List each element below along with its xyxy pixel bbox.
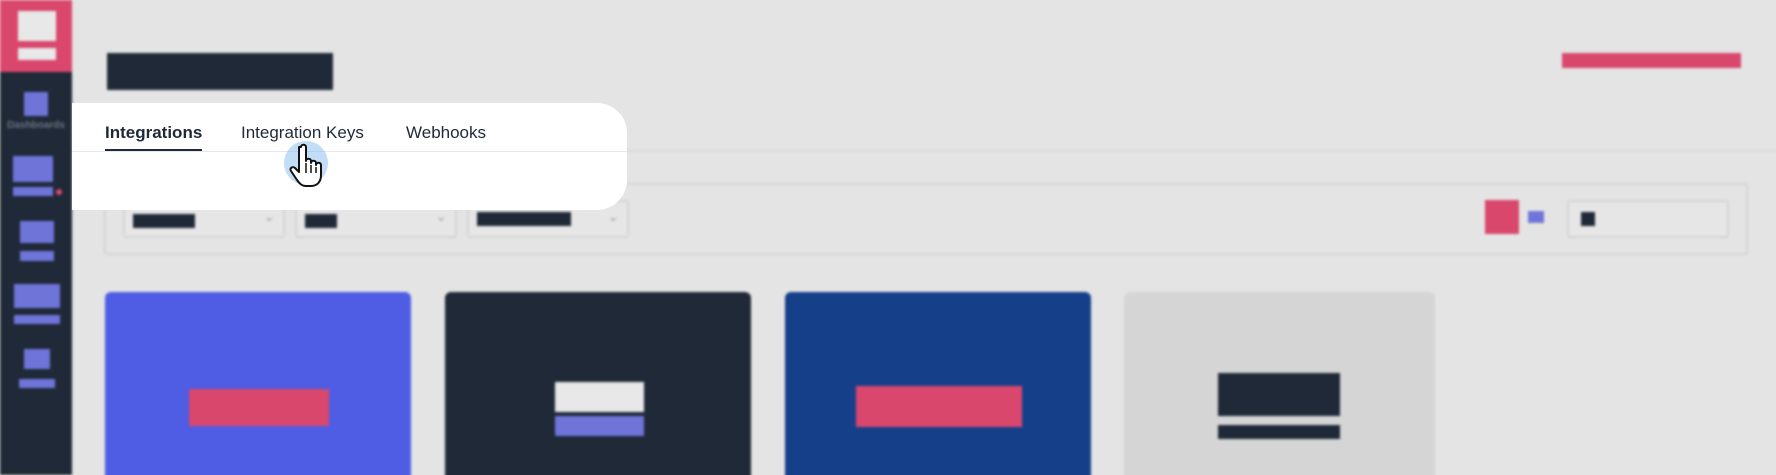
sidebar-item-settings[interactable] (0, 349, 72, 389)
page-title (107, 53, 333, 90)
sidebar-item-label-bar (13, 187, 53, 196)
sidebar-item-label-bar (14, 315, 60, 324)
notification-badge (56, 189, 62, 195)
background-content: Dashboards ⌄ ⌄ ⌄ (0, 0, 1776, 475)
card-label (1218, 425, 1340, 439)
card-label (555, 416, 644, 436)
logo-text (18, 48, 56, 60)
sidebar-item-dashboards[interactable]: Dashboards (0, 92, 72, 136)
reports-icon (20, 221, 54, 243)
primary-filter-button[interactable] (1485, 200, 1519, 234)
card-logo (555, 382, 644, 412)
filter-select-value (477, 212, 571, 226)
chevron-down-icon: ⌄ (607, 208, 619, 224)
sidebar-item-label: Dashboards (7, 120, 65, 131)
logo-mark (18, 11, 56, 41)
sidebar-item-integrations[interactable] (0, 156, 72, 196)
card-button[interactable] (189, 389, 329, 426)
card-button[interactable] (856, 386, 1022, 427)
popup-divider (72, 151, 627, 152)
settings-icon (24, 349, 50, 369)
card-logo (1218, 373, 1340, 416)
integrations-icon (13, 156, 53, 182)
filter-select-value (133, 214, 195, 228)
app-logo[interactable] (0, 0, 72, 72)
integration-card[interactable] (785, 292, 1091, 475)
sidebar-item-monitors[interactable] (0, 284, 72, 326)
dashboard-icon (24, 92, 48, 116)
monitors-icon (14, 284, 60, 308)
view-toggle-icon[interactable] (1528, 211, 1544, 223)
sidebar: Dashboards (0, 0, 72, 475)
app-window: Dashboards ⌄ ⌄ ⌄ Integrations Integratio… (0, 0, 1776, 475)
filter-select-value (305, 214, 337, 228)
tabs-popup: Integrations Integration Keys Webhooks (72, 103, 627, 210)
hand-pointer-icon (289, 143, 322, 187)
integration-card[interactable] (1124, 292, 1435, 475)
chevron-down-icon: ⌄ (435, 208, 447, 224)
chevron-down-icon: ⌄ (263, 208, 275, 224)
search-input[interactable] (1567, 200, 1729, 238)
tab-integrations[interactable]: Integrations (105, 123, 203, 151)
search-icon (1581, 212, 1595, 226)
integration-card[interactable] (105, 292, 411, 475)
integration-card[interactable] (445, 292, 751, 475)
sidebar-item-label-bar (19, 379, 55, 388)
tab-webhooks[interactable]: Webhooks (406, 123, 486, 149)
sidebar-item-label-bar (20, 251, 54, 261)
header-action-button[interactable] (1562, 53, 1741, 68)
sidebar-item-reports[interactable] (0, 221, 72, 263)
